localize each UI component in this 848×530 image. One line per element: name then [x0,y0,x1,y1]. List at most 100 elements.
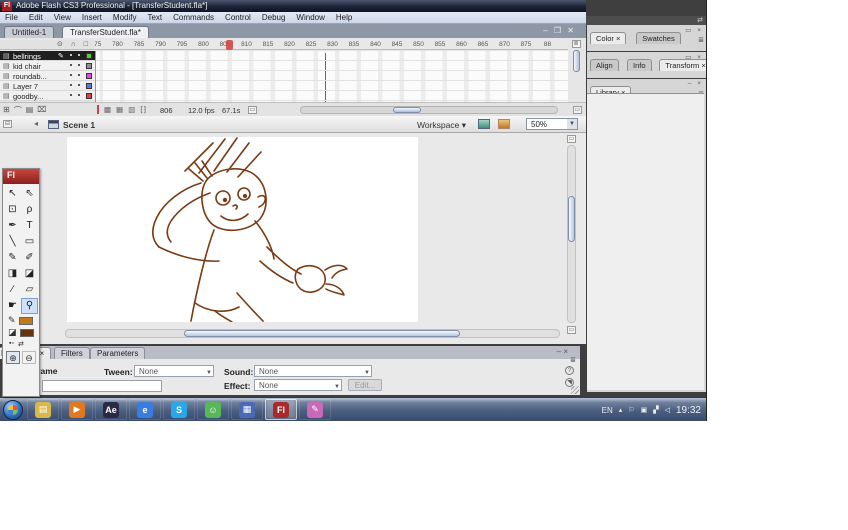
taskbar-internet-explorer[interactable]: e [129,399,161,420]
taskbar-photo-viewer[interactable]: ▦ [231,399,263,420]
text-tool[interactable]: T [21,218,38,234]
language-indicator[interactable]: EN [602,406,613,415]
frame-rate-value[interactable]: 12.0 fps [188,106,215,115]
menu-insert[interactable]: Insert [82,13,102,22]
network-icon[interactable]: ▞ [653,406,658,414]
edit-effect-button[interactable]: Edit... [348,379,382,391]
stage-v-scrollbar[interactable] [567,145,576,323]
stage-h-scroll-thumb[interactable] [184,330,460,337]
stage[interactable] [67,137,418,322]
menu-file[interactable]: File [5,13,18,22]
layer-outline-color-swatch[interactable] [86,63,92,69]
layer-visibility-dot[interactable] [70,74,72,76]
start-button[interactable] [3,400,23,420]
layer-kid-chair[interactable]: ▤kid chair [0,61,95,71]
tween-select[interactable]: None▼ [134,365,214,377]
add-motion-guide-button[interactable]: ⌒ [14,105,22,116]
layer-lock-dot[interactable] [78,54,80,56]
layer-outline-color-swatch[interactable] [86,53,92,59]
insert-folder-button[interactable]: ▤ [26,105,34,116]
action-center-flag-icon[interactable]: ⚐ [628,406,634,414]
hand-tool[interactable]: ☛ [4,298,21,314]
onion-skin-button[interactable]: ▩ [104,105,111,114]
clock[interactable]: 19:32 [676,405,701,416]
pencil-tool[interactable]: ✎ [4,250,21,266]
paint-bucket-tool[interactable]: ◪ [21,266,38,282]
layer-bellrings[interactable]: ▤bellrings✎ [0,51,95,61]
stage-v-scroll-thumb[interactable] [568,196,575,242]
zoom-in-option[interactable]: ⊕ [6,351,20,364]
menu-commands[interactable]: Commands [173,13,214,22]
layer-outline-color-swatch[interactable] [86,93,92,99]
zoom-out-option[interactable]: ⊖ [22,351,36,364]
taskbar-media-player[interactable]: ▶ [61,399,93,420]
menu-modify[interactable]: Modify [113,13,137,22]
layer-Layer-7[interactable]: ▤Layer 7 [0,81,95,91]
frame-row[interactable] [96,51,568,61]
hidden-icons-icon[interactable]: ▴ [619,406,623,414]
layer-lock-dot[interactable] [78,74,80,76]
frame-view-menu-icon[interactable]: ≣ [572,40,581,48]
tab-parameters[interactable]: Parameters [90,347,145,359]
updates-icon[interactable]: ▣ [641,406,648,414]
collapse-dock-icon[interactable]: ⇄ [697,17,703,24]
clip-monitor-icon[interactable]: ▭ [248,106,257,114]
menu-help[interactable]: Help [336,13,352,22]
frame-row[interactable] [96,61,568,71]
taskbar-flash[interactable]: Fl [265,399,297,420]
panel-tab-align[interactable]: Align [590,59,619,71]
timeline-ruler[interactable]: 7757807857907958008058108158208258308358… [95,40,568,50]
tab-transferstudent[interactable]: TransferStudent.fla* [62,26,149,38]
layer-goodby-[interactable]: ▤goodby... [0,91,95,101]
taskbar-skype[interactable]: S [163,399,195,420]
frames-grid[interactable] [95,51,568,102]
selection-tool[interactable]: ↖ [4,186,21,202]
stage-zoom-select[interactable]: 50% ▼ [526,118,578,130]
menu-window[interactable]: Window [296,13,324,22]
frame-row[interactable] [96,71,568,81]
layer-outline-color-swatch[interactable] [86,83,92,89]
insert-layer-button[interactable]: ⊞ [3,105,10,116]
frame-name-input[interactable] [42,380,162,392]
lock-layers-icon[interactable]: ∩ [71,41,79,48]
tab-filters[interactable]: Filters [54,347,90,359]
menu-debug[interactable]: Debug [262,13,286,22]
stage-h-scrollbar[interactable] [65,329,560,338]
fill-color-swatch[interactable] [20,329,34,337]
pen-tool[interactable]: ✒ [4,218,21,234]
onion-skin-outlines-button[interactable]: ▦ [116,105,123,114]
panel-tab-transform-[interactable]: Transform × [659,59,707,71]
default-colors-icon[interactable]: ▪▫ [9,340,14,348]
panel-tab-info[interactable]: Info [627,59,652,71]
tools-palette-title[interactable]: Fl [3,169,39,184]
menu-edit[interactable]: Edit [29,13,43,22]
lasso-tool[interactable]: ρ [21,202,38,218]
timeline-toggle-icon[interactable]: ⊟ [3,120,12,128]
edit-scene-icon[interactable] [478,119,490,129]
stroke-color-swatch[interactable] [19,317,33,325]
fill-color-row[interactable]: ◪ [3,326,39,338]
edit-multiple-frames-button[interactable]: ▥ [128,105,135,114]
layer-visibility-dot[interactable] [70,54,72,56]
layer-lock-dot[interactable] [78,84,80,86]
taskbar-paint[interactable]: ✎ [299,399,331,420]
taskbar-explorer[interactable]: ▤ [27,399,59,420]
show-hide-layers-icon[interactable]: ⊙ [57,41,66,48]
ink-bottle-tool[interactable]: ◨ [4,266,21,282]
layer-visibility-dot[interactable] [70,94,72,96]
outline-layers-icon[interactable]: □ [84,41,91,48]
timeline-h-scroll-thumb[interactable] [393,107,421,113]
swap-colors-icon[interactable]: ⇄ [18,340,24,348]
subselection-tool[interactable]: ⇖ [21,186,38,202]
timeline-v-scroll-thumb[interactable] [573,50,580,72]
rectangle-tool[interactable]: ▭ [21,234,38,250]
workspace-dropdown[interactable]: Workspace ▾ [417,120,466,131]
effect-select[interactable]: None▼ [254,379,342,391]
menu-view[interactable]: View [54,13,71,22]
properties-panel-menu-icon[interactable]: ≣ [570,356,576,364]
line-tool[interactable]: ╲ [4,234,21,250]
panel-tab-color-[interactable]: Color × [590,32,626,44]
brush-tool[interactable]: ✐ [21,250,38,266]
stroke-color-row[interactable]: ✎ [3,314,39,326]
layer-visibility-dot[interactable] [70,84,72,86]
